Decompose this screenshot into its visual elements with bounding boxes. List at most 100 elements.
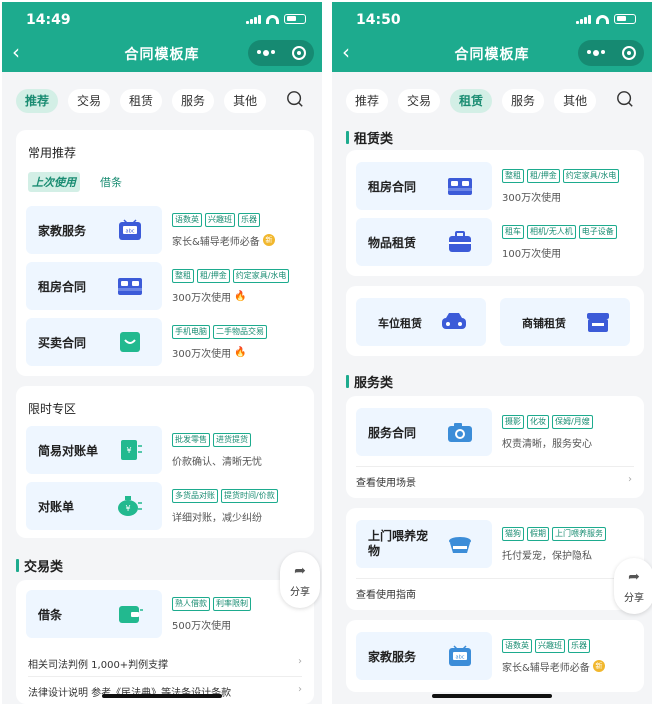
fire-icon: 🔥 <box>234 346 247 358</box>
subtab-recent[interactable]: 上次使用 <box>28 172 80 192</box>
tutor-icon: abc <box>119 219 141 240</box>
guide-link[interactable]: 查看使用指南 <box>356 586 632 601</box>
search-icon[interactable] <box>286 90 304 108</box>
pet-bowl-icon <box>449 537 471 553</box>
template-item[interactable]: 家教服务 abc 语数英 兴趣班 乐器 家长&辅导老师必备新 <box>356 632 605 680</box>
svg-text:¥: ¥ <box>126 446 131 455</box>
more-icon[interactable] <box>256 50 275 56</box>
template-item[interactable]: 租房合同 整租 租/押金 约定家具/水电 300万次使用 <box>356 162 620 210</box>
tag: 整租 <box>502 168 524 183</box>
tag: 约定家具/水电 <box>562 168 620 183</box>
template-name: 简易对账单 <box>38 443 99 458</box>
tag: 约定家具/水电 <box>232 268 290 283</box>
tutor-icon: abc <box>449 645 471 666</box>
fire-icon: 🔥 <box>234 290 247 302</box>
template-name: 租房合同 <box>38 279 87 294</box>
subtab-iou[interactable]: 借条 <box>100 174 122 190</box>
tab-rent[interactable]: 租赁 <box>450 89 493 113</box>
template-desc: 300万次使用 <box>172 348 232 360</box>
tag: 批发零售 <box>172 432 210 447</box>
section-heading: 租赁类 <box>346 128 393 147</box>
template-name: 服务合同 <box>368 425 417 440</box>
new-badge-icon: 新 <box>262 234 275 246</box>
template-name: 家教服务 <box>368 649 417 664</box>
service-card: 服务合同 摄影 化妆 保姆/月嫂 权责清晰，服务安心 查看使用场景 › <box>346 396 644 498</box>
case-row-label: 相关司法判例 1,000+判例支撑 <box>28 660 169 671</box>
share-icon: ➦ <box>628 568 640 585</box>
template-item[interactable]: 物品租赁 租车 相机/无人机 电子设备 100万次使用 <box>356 218 617 266</box>
svg-text:abc: abc <box>126 229 135 235</box>
close-icon[interactable] <box>291 46 306 60</box>
tag: 兴趣班 <box>535 638 565 653</box>
header: 14:50 ‹ 合同模板库 <box>332 2 652 72</box>
status-bar: 14:49 <box>2 12 322 28</box>
pet-card: 上门喂养宠物 猫狗 假期 上门喂养服务 托付爱宠，保护隐私 查看使用指南 <box>346 508 644 610</box>
tag: 租车 <box>502 224 524 239</box>
template-item[interactable]: 租房合同 整租 租/押金 约定家具/水电 300万次使用 🔥 <box>26 262 290 310</box>
tag: 手机电脑 <box>172 324 210 339</box>
chevron-right-icon: › <box>298 656 302 667</box>
case-row[interactable]: 相关司法判例 1,000+判例支撑 › <box>28 656 302 671</box>
rent-pair-card: 车位租赁 商铺租赁 <box>346 286 644 356</box>
bill-icon: ¥ <box>121 440 142 460</box>
category-tabs: 推荐 交易 租赁 服务 其他 <box>16 88 312 114</box>
template-name: 对账单 <box>38 499 75 514</box>
section-heading-label: 租赁类 <box>354 132 394 147</box>
status-time: 14:49 <box>26 12 71 28</box>
template-desc: 权责清晰，服务安心 <box>502 438 592 450</box>
money-bag-icon: ¥ <box>118 496 142 516</box>
new-badge-icon: 新 <box>592 660 605 672</box>
category-tabs: 推荐 交易 租赁 服务 其他 <box>346 88 642 114</box>
template-item[interactable]: 车位租赁 <box>356 298 486 346</box>
tab-rent[interactable]: 租赁 <box>120 89 163 113</box>
tab-recommend[interactable]: 推荐 <box>16 89 59 113</box>
tag: 二手物品交易 <box>213 324 267 339</box>
share-button[interactable]: ➦ 分享 <box>614 558 652 614</box>
tab-service[interactable]: 服务 <box>172 89 215 113</box>
section-heading-label: 交易类 <box>24 560 64 575</box>
signal-icon <box>246 14 261 24</box>
mini-capsule[interactable] <box>578 40 644 66</box>
battery-icon <box>284 14 306 24</box>
more-icon[interactable] <box>586 50 605 56</box>
guide-link[interactable]: 查看使用场景 › <box>356 474 632 489</box>
tag: 电子设备 <box>578 224 617 239</box>
template-desc: 托付爱宠，保护隐私 <box>502 550 592 562</box>
template-item[interactable]: 借条 熟人借款 利率限制 500万次使用 <box>26 590 251 638</box>
header: 14:49 ‹ 合同模板库 <box>2 2 322 72</box>
divider <box>356 466 634 467</box>
home-indicator <box>102 694 222 698</box>
template-item[interactable]: 上门喂养宠物 猫狗 假期 上门喂养服务 托付爱宠，保护隐私 <box>356 520 606 568</box>
tag: 摄影 <box>502 414 524 429</box>
tab-trade[interactable]: 交易 <box>68 89 111 113</box>
bed-icon <box>118 278 142 295</box>
share-button[interactable]: ➦ 分享 <box>280 552 320 608</box>
share-icon: ➦ <box>294 562 306 579</box>
template-item[interactable]: 家教服务 abc 语数英 兴趣班 乐器 家长&辅导老师必备新 <box>26 206 275 254</box>
template-name: 买卖合同 <box>38 335 87 350</box>
template-item[interactable]: 买卖合同 手机电脑 二手物品交易 300万次使用 🔥 <box>26 318 267 366</box>
bed-icon <box>448 178 472 195</box>
search-icon[interactable] <box>616 90 634 108</box>
tag: 进货提货 <box>213 432 251 447</box>
tab-other[interactable]: 其他 <box>554 89 597 113</box>
template-item[interactable]: 服务合同 摄影 化妆 保姆/月嫂 权责清晰，服务安心 <box>356 408 593 456</box>
tab-trade[interactable]: 交易 <box>398 89 441 113</box>
status-bar: 14:50 <box>332 12 652 28</box>
tab-other[interactable]: 其他 <box>224 89 267 113</box>
template-desc: 500万次使用 <box>172 620 232 632</box>
home-indicator <box>432 694 552 698</box>
svg-text:abc: abc <box>456 655 465 661</box>
shop-icon <box>587 313 609 332</box>
template-item[interactable]: 对账单 ¥ 多货品对账 提货时间/价款 详细对账，减少纠纷 <box>26 482 278 530</box>
template-name: 租房合同 <box>368 179 417 194</box>
mini-capsule[interactable] <box>248 40 314 66</box>
template-item[interactable]: 简易对账单 ¥ 批发零售 进货提货 价款确认、清晰无忧 <box>26 426 262 474</box>
tab-service[interactable]: 服务 <box>502 89 545 113</box>
battery-icon <box>614 14 636 24</box>
close-icon[interactable] <box>621 46 636 60</box>
template-item[interactable]: 商铺租赁 <box>500 298 630 346</box>
template-desc: 家长&辅导老师必备 <box>502 662 590 674</box>
section-heading: 交易类 <box>16 556 63 575</box>
tab-recommend[interactable]: 推荐 <box>346 89 389 113</box>
